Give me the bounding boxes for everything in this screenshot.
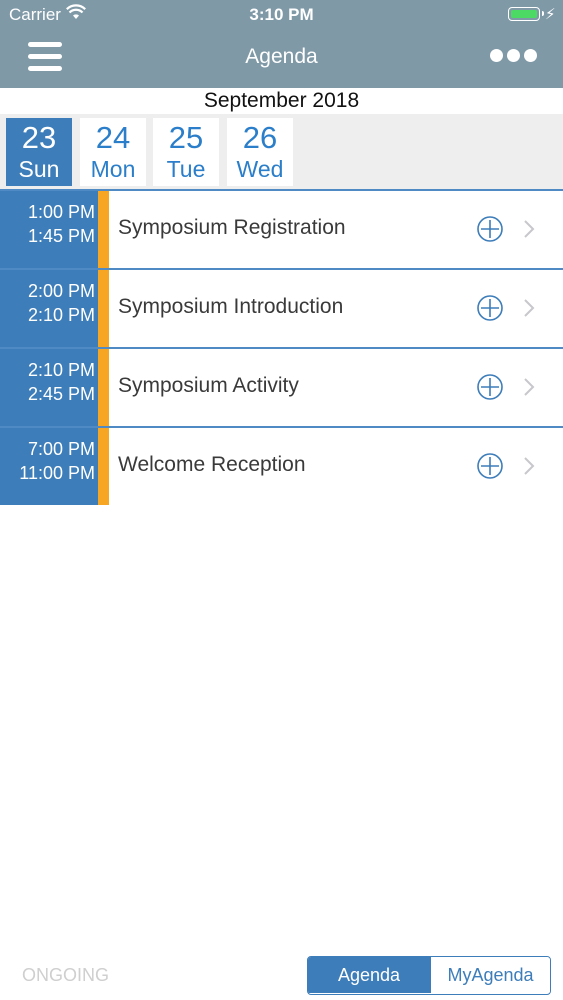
session-time: 1:00 PM 1:45 PM [0, 191, 98, 268]
day-number: 25 [168, 120, 204, 155]
session-accent-bar [98, 349, 109, 426]
session-title: Symposium Introduction [118, 295, 344, 318]
session-row[interactable]: 2:10 PM 2:45 PM Symposium Activity [0, 347, 563, 426]
session-title: Symposium Registration [118, 216, 346, 239]
status-bar: Carrier 3:10 PM ⚡ [0, 0, 563, 30]
session-list: 1:00 PM 1:45 PM Symposium Registration 2… [0, 189, 563, 505]
chevron-right-icon [522, 456, 536, 476]
agenda-segmented-control: Agenda MyAgenda [307, 956, 551, 995]
add-circle-icon[interactable] [477, 216, 503, 242]
session-row[interactable]: 7:00 PM 11:00 PM Welcome Reception [0, 426, 563, 505]
session-accent-bar [98, 270, 109, 347]
add-circle-icon[interactable] [477, 453, 503, 479]
segment-agenda[interactable]: Agenda [308, 957, 430, 993]
more-dots-icon[interactable] [490, 49, 537, 63]
add-circle-icon[interactable] [477, 295, 503, 321]
top-bar: Carrier 3:10 PM ⚡ Agenda [0, 0, 563, 88]
session-accent-bar [98, 191, 109, 268]
chevron-right-icon [522, 298, 536, 318]
battery-icon [508, 7, 544, 21]
session-start: 2:10 PM [27, 360, 95, 380]
session-row[interactable]: 2:00 PM 2:10 PM Symposium Introduction [0, 268, 563, 347]
session-time: 7:00 PM 11:00 PM [0, 428, 98, 505]
session-time: 2:00 PM 2:10 PM [0, 270, 98, 347]
ongoing-filter[interactable]: ONGOING [22, 965, 109, 986]
day-weekday: Tue [166, 156, 206, 182]
page-title: Agenda [245, 45, 318, 68]
session-end: 2:45 PM [27, 384, 95, 404]
session-end: 11:00 PM [19, 463, 95, 483]
session-start: 1:00 PM [27, 202, 95, 222]
day-number: 23 [21, 120, 57, 155]
charging-bolt-icon: ⚡ [545, 6, 556, 23]
day-selector: 23 Sun 24 Mon 25 Tue 26 Wed [0, 114, 563, 190]
chevron-right-icon [522, 377, 536, 397]
day-weekday: Wed [236, 156, 284, 182]
day-tab-25[interactable]: 25 Tue [153, 118, 219, 186]
session-title: Welcome Reception [118, 453, 306, 476]
day-weekday: Mon [90, 156, 136, 182]
session-row[interactable]: 1:00 PM 1:45 PM Symposium Registration [0, 189, 563, 268]
session-end: 2:10 PM [27, 305, 95, 325]
day-weekday: Sun [18, 156, 60, 182]
session-end: 1:45 PM [27, 226, 95, 246]
status-time: 3:10 PM [249, 5, 314, 24]
add-circle-icon[interactable] [477, 374, 503, 400]
day-number: 24 [95, 120, 131, 155]
session-accent-bar [98, 428, 109, 505]
day-tab-26[interactable]: 26 Wed [227, 118, 293, 186]
day-tab-24[interactable]: 24 Mon [80, 118, 146, 186]
day-tab-23[interactable]: 23 Sun [6, 118, 72, 186]
session-start: 7:00 PM [27, 439, 95, 459]
month-label: September 2018 [203, 89, 360, 112]
segment-myagenda[interactable]: MyAgenda [430, 957, 550, 993]
session-title: Symposium Activity [118, 374, 299, 397]
day-number: 26 [242, 120, 278, 155]
session-time: 2:10 PM 2:45 PM [0, 349, 98, 426]
chevron-right-icon [522, 219, 536, 239]
session-start: 2:00 PM [27, 281, 95, 301]
